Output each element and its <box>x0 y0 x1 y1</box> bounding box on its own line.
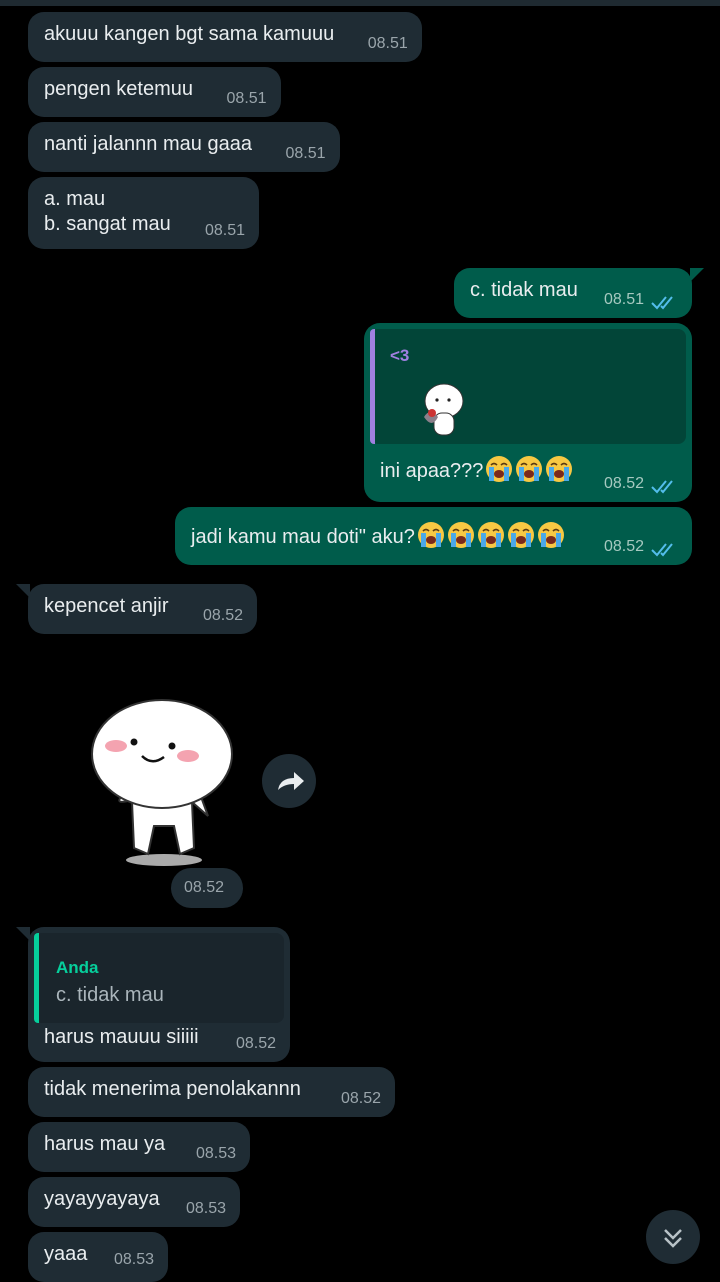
loudly-crying-face-icon <box>447 521 475 549</box>
message-time: 08.52 <box>202 607 243 624</box>
message-time: 08.51 <box>204 222 245 239</box>
message-text: c. tidak mau <box>470 279 578 301</box>
message-text: ini apaa??? <box>380 460 484 482</box>
message-incoming[interactable]: nanti jalannn mau gaaa 08.51 <box>28 122 340 172</box>
loudly-crying-face-icon <box>485 455 514 483</box>
scroll-to-bottom-button[interactable] <box>646 1210 700 1264</box>
message-text: yayayyayaya <box>44 1188 160 1210</box>
message-incoming[interactable]: pengen ketemuu 08.51 <box>28 67 281 117</box>
quote-bar <box>370 329 375 444</box>
message-incoming[interactable]: Anda c. tidak mau harus mauuu siiiii 08.… <box>16 927 290 1062</box>
message-time: 08.52 <box>603 475 644 492</box>
loudly-crying-face-icon <box>515 455 544 483</box>
quote-author: <3 <box>390 346 410 365</box>
message-time: 08.53 <box>113 1251 154 1268</box>
loudly-crying-face-icon <box>507 521 535 549</box>
loudly-crying-face-icon <box>545 455 574 483</box>
message-text: kepencet anjir <box>44 595 169 617</box>
message-outgoing[interactable]: c. tidak mau 08.51 <box>454 268 704 318</box>
message-time: 08.52 <box>235 1035 276 1052</box>
message-time: 08.52 <box>340 1090 381 1107</box>
quoted-message[interactable]: Anda c. tidak mau <box>34 933 284 1023</box>
message-time: 08.51 <box>226 90 267 107</box>
message-outgoing[interactable]: jadi kamu mau doti" aku? 08.52 <box>175 507 692 565</box>
message-incoming[interactable]: harus mau ya 08.53 <box>28 1122 250 1172</box>
double-check-icon <box>651 480 673 493</box>
forward-icon <box>278 772 304 790</box>
message-incoming[interactable]: kepencet anjir 08.52 <box>16 584 257 634</box>
message-text: jadi kamu mau doti" aku? <box>191 526 415 548</box>
message-time: 08.52 <box>184 879 225 896</box>
quote-author: Anda <box>56 958 99 977</box>
loudly-crying-face-icon <box>417 521 445 549</box>
message-time: 08.53 <box>195 1145 236 1162</box>
double-check-icon <box>651 543 673 556</box>
message-time: 08.52 <box>603 538 644 555</box>
message-time: 08.51 <box>285 145 326 162</box>
message-text: harus mau ya <box>44 1133 166 1155</box>
message-incoming[interactable]: akuuu kangen bgt sama kamuuu 08.51 <box>28 12 422 62</box>
message-incoming[interactable]: a. mau b. sangat mau 08.51 <box>28 177 259 249</box>
message-text: harus mauuu siiiii <box>44 1026 199 1048</box>
message-time: 08.51 <box>367 35 408 52</box>
smiling-mochi-sticker[interactable] <box>88 698 238 870</box>
forward-button[interactable] <box>262 754 316 808</box>
loudly-crying-face-icon <box>477 521 505 549</box>
sticker-time-pill: 08.52 <box>171 868 243 908</box>
loudly-crying-face-icon <box>537 521 565 549</box>
message-incoming[interactable]: yaaa 08.53 <box>28 1232 168 1282</box>
message-text: yaaa <box>44 1243 88 1265</box>
double-check-icon <box>651 296 673 309</box>
quoted-message[interactable]: <3 <box>370 329 686 444</box>
message-time: 08.53 <box>185 1200 226 1217</box>
message-outgoing[interactable]: <3 ini apaa??? 08.52 <box>364 323 692 502</box>
quote-text: c. tidak mau <box>56 984 164 1006</box>
double-chevron-down-icon <box>664 1229 682 1248</box>
message-text: akuuu kangen bgt sama kamuuu <box>44 23 335 45</box>
quote-bar <box>34 933 39 1023</box>
message-time: 08.51 <box>603 291 644 308</box>
message-text: nanti jalannn mau gaaa <box>44 133 252 155</box>
message-incoming[interactable]: yayayyayaya 08.53 <box>28 1177 240 1227</box>
message-text: tidak menerima penolakannn <box>44 1078 301 1100</box>
status-strip <box>0 0 720 6</box>
message-incoming[interactable]: tidak menerima penolakannn 08.52 <box>28 1067 395 1117</box>
message-text: pengen ketemuu <box>44 78 194 100</box>
sticker-thumbnail-icon <box>424 383 464 436</box>
